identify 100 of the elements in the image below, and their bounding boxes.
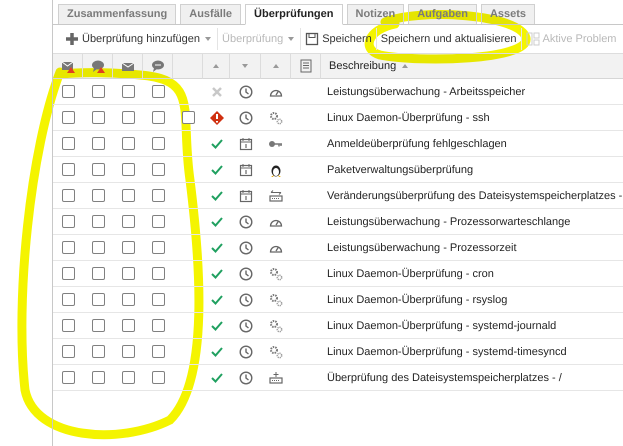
- error-diamond-icon: [210, 110, 224, 124]
- checkbox[interactable]: [122, 189, 134, 202]
- clock-icon: [238, 214, 252, 228]
- description-text: Linux Daemon-Überprüfung - ssh: [327, 112, 490, 124]
- checkbox[interactable]: [62, 267, 74, 280]
- description-text: Leistungsüberwachung - Prozessorzeit: [327, 242, 517, 254]
- penguin-icon: [269, 162, 283, 176]
- checkbox[interactable]: [92, 163, 104, 176]
- column-header[interactable]: Beschreibung: [321, 54, 623, 79]
- checkbox[interactable]: [62, 163, 74, 176]
- checkbox[interactable]: [122, 241, 134, 254]
- check-icon: [210, 318, 224, 332]
- chat-icon: [150, 59, 164, 73]
- clock-icon: [238, 370, 252, 384]
- sort-down-icon: [240, 62, 250, 70]
- checkbox[interactable]: [122, 345, 134, 358]
- clock-icon: [238, 110, 252, 124]
- sort-asc-icon: [400, 62, 410, 70]
- checkbox[interactable]: [122, 137, 134, 150]
- drive-plus-icon: [269, 370, 283, 384]
- checkbox[interactable]: [152, 189, 164, 202]
- column-header[interactable]: [143, 54, 173, 79]
- checkbox[interactable]: [152, 293, 164, 306]
- checkbox[interactable]: [92, 241, 104, 254]
- checkbox[interactable]: [122, 267, 134, 280]
- checkbox[interactable]: [152, 215, 164, 228]
- column-header[interactable]: [113, 54, 143, 79]
- check-icon: [210, 162, 224, 176]
- description-text: Linux Daemon-Überprüfung - systemd-timesyncd: [327, 346, 567, 358]
- checkbox[interactable]: [62, 215, 74, 228]
- tab[interactable]: Ausfälle: [180, 4, 242, 24]
- caret-icon: [286, 35, 296, 43]
- checkbox[interactable]: [122, 293, 134, 306]
- sort-up-icon: [270, 62, 280, 70]
- checkbox[interactable]: [92, 345, 104, 358]
- checkbox[interactable]: [152, 371, 164, 384]
- clock-icon: [238, 292, 252, 306]
- tab[interactable]: Aufgaben: [408, 4, 477, 24]
- checkbox[interactable]: [182, 111, 194, 124]
- checkbox[interactable]: [122, 371, 134, 384]
- description-text: Leistungsüberwachung - Arbeitsspeicher: [327, 86, 526, 98]
- description-text: Leistungsüberwachung - Prozessorwarteschlange: [327, 216, 570, 228]
- tab[interactable]: Notizen: [346, 4, 404, 24]
- checkbox[interactable]: [152, 345, 164, 358]
- checkbox[interactable]: [152, 111, 164, 124]
- check-icon: [210, 266, 224, 280]
- toolbar-button[interactable]: Überprüfung hinzufügen: [61, 28, 218, 50]
- checkbox[interactable]: [92, 189, 104, 202]
- gears-icon: [268, 266, 284, 280]
- caret-icon: [203, 35, 214, 43]
- checkbox[interactable]: [152, 319, 164, 332]
- checkbox[interactable]: [152, 241, 164, 254]
- checkbox[interactable]: [62, 85, 74, 98]
- checkbox[interactable]: [122, 85, 134, 98]
- checkbox[interactable]: [152, 137, 164, 150]
- checkbox[interactable]: [62, 137, 74, 150]
- checkbox[interactable]: [152, 267, 164, 280]
- description-text: Paketverwaltungsüberprüfung: [327, 164, 474, 176]
- calendar-icon: [238, 136, 252, 150]
- checkbox[interactable]: [122, 215, 134, 228]
- checkbox[interactable]: [152, 85, 164, 98]
- mail-warning-icon: [60, 59, 74, 73]
- checkbox[interactable]: [92, 267, 104, 280]
- checkbox[interactable]: [62, 111, 74, 124]
- drive-arrows-icon: [269, 188, 283, 202]
- checkbox[interactable]: [122, 319, 134, 332]
- tab[interactable]: Assets: [480, 4, 536, 24]
- column-header[interactable]: [53, 54, 83, 79]
- checkbox[interactable]: [62, 241, 74, 254]
- clock-icon: [238, 344, 252, 358]
- tab[interactable]: Zusammenfassung: [58, 4, 176, 24]
- description-text: Linux Daemon-Überprüfung - cron: [327, 268, 494, 280]
- checkbox[interactable]: [62, 371, 74, 384]
- columns-icon: [526, 32, 540, 46]
- checkbox[interactable]: [92, 371, 104, 384]
- chat-warning-icon: [90, 59, 104, 73]
- description-text: Linux Daemon-Überprüfung - systemd-journald: [327, 320, 556, 332]
- column-header[interactable]: [291, 54, 321, 79]
- checkbox[interactable]: [62, 293, 74, 306]
- checkbox[interactable]: [122, 111, 134, 124]
- clock-icon: [238, 84, 252, 98]
- checkbox[interactable]: [92, 137, 104, 150]
- checkbox[interactable]: [92, 319, 104, 332]
- checkbox[interactable]: [62, 189, 74, 202]
- check-icon: [210, 370, 224, 384]
- clock-icon: [238, 318, 252, 332]
- checkbox[interactable]: [122, 163, 134, 176]
- tab[interactable]: Überprüfungen: [245, 4, 342, 25]
- checkbox[interactable]: [62, 319, 74, 332]
- checkbox[interactable]: [92, 215, 104, 228]
- checkbox[interactable]: [152, 163, 164, 176]
- checkbox[interactable]: [92, 111, 104, 124]
- checkbox[interactable]: [92, 293, 104, 306]
- checkbox[interactable]: [62, 345, 74, 358]
- check-icon: [210, 214, 224, 228]
- column-header[interactable]: [83, 54, 113, 79]
- checkbox[interactable]: [92, 85, 104, 98]
- toolbar-button[interactable]: Speichern und aktualisieren: [376, 28, 520, 50]
- check-icon: [210, 240, 224, 254]
- description-text: Linux Daemon-Überprüfung - rsyslog: [327, 294, 508, 306]
